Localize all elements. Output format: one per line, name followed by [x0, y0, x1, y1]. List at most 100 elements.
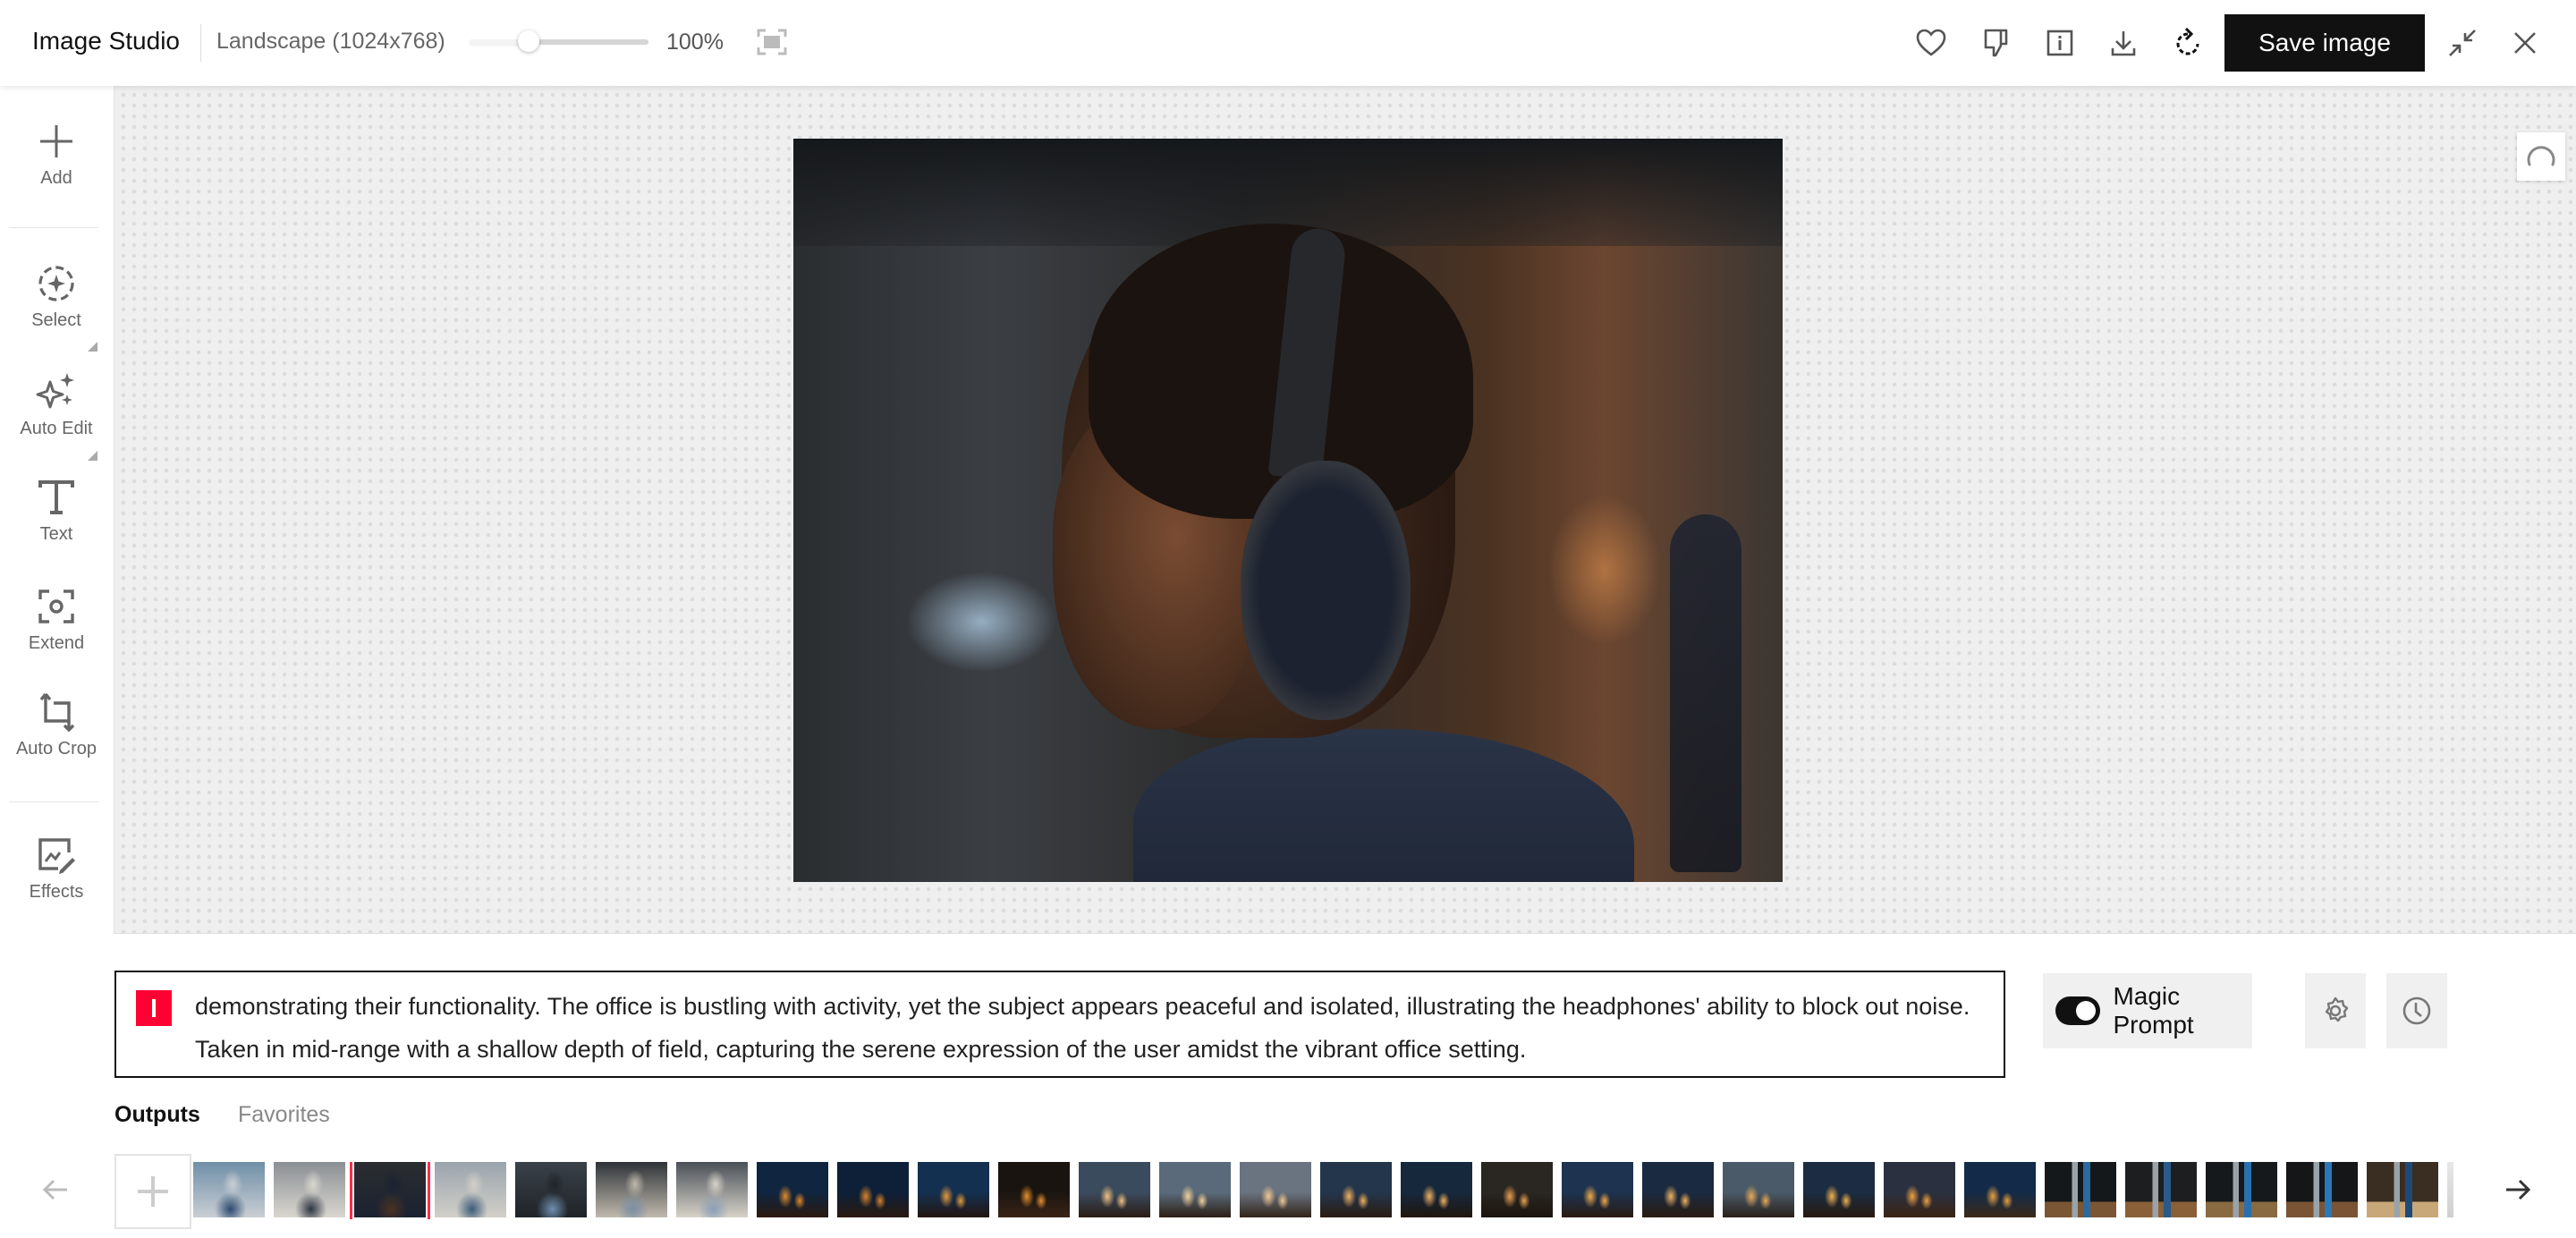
output-thumbnail[interactable]	[1884, 1162, 1955, 1217]
output-thumbnail[interactable]	[274, 1162, 345, 1217]
image-shirt-region	[1133, 729, 1634, 882]
canvas-size-dropdown[interactable]: Landscape (1024x768)	[216, 29, 445, 55]
collapse-button[interactable]	[2445, 25, 2480, 61]
output-thumbnail[interactable]	[193, 1162, 265, 1217]
history-button[interactable]	[2386, 973, 2447, 1048]
info-icon	[2046, 30, 2073, 56]
settings-button[interactable]	[2305, 973, 2366, 1048]
tool-label: Extend	[28, 633, 85, 653]
crop-icon	[39, 692, 75, 732]
output-thumbnail[interactable]	[676, 1162, 748, 1217]
top-bar: Image Studio Landscape (1024x768) 100% S…	[0, 0, 2576, 86]
output-thumbnail[interactable]	[757, 1162, 828, 1217]
magic-prompt-toggle[interactable]	[2055, 996, 2101, 1025]
tool-label: Select	[31, 310, 81, 330]
output-thumbnail[interactable]	[2286, 1162, 2358, 1217]
output-thumbnail[interactable]	[1240, 1162, 1311, 1217]
strip-next-button[interactable]	[2500, 1172, 2536, 1208]
output-thumbnail[interactable]	[2125, 1162, 2197, 1217]
add-output-button[interactable]	[114, 1154, 191, 1229]
tool-add[interactable]: Add	[0, 120, 113, 189]
tool-auto-crop[interactable]: Auto Crop	[0, 691, 113, 759]
output-thumbnail[interactable]	[1320, 1162, 1392, 1217]
tool-select[interactable]: Select	[0, 262, 113, 331]
regenerate-icon	[2176, 28, 2199, 55]
fit-to-screen-icon[interactable]	[757, 29, 787, 55]
output-thumbnail[interactable]	[1562, 1162, 1633, 1217]
image-background-person	[1670, 514, 1741, 872]
gear-icon	[2325, 996, 2349, 1022]
tool-effects[interactable]: Effects	[0, 834, 113, 903]
output-thumbnail[interactable]	[596, 1162, 667, 1217]
tool-label: Add	[40, 168, 72, 188]
output-thumbnail-strip	[193, 1162, 2453, 1219]
output-thumbnail[interactable]	[1159, 1162, 1231, 1217]
effects-icon	[38, 838, 75, 874]
heart-icon	[1916, 29, 1946, 56]
prompt-indicator-badge	[136, 990, 172, 1026]
magic-prompt-toggle-button[interactable]: Magic Prompt	[2043, 973, 2252, 1048]
tool-label: Effects	[29, 882, 84, 902]
tool-auto-edit[interactable]: Auto Edit	[0, 370, 113, 439]
output-thumbnail[interactable]	[1723, 1162, 1794, 1217]
strip-prev-button[interactable]	[38, 1172, 73, 1208]
tab-outputs[interactable]: Outputs	[114, 1102, 200, 1128]
output-thumbnail[interactable]	[435, 1162, 506, 1217]
tool-label: Text	[39, 524, 73, 544]
output-thumbnail[interactable]	[2206, 1162, 2277, 1217]
output-thumbnail[interactable]	[1964, 1162, 2036, 1217]
prompt-text[interactable]: demonstrating their functionality. The o…	[195, 985, 1984, 1071]
loading-button[interactable]	[2517, 132, 2565, 181]
select-sparkle-icon	[38, 266, 74, 301]
output-thumbnail[interactable]	[1401, 1162, 1472, 1217]
select-submenu-indicator[interactable]	[88, 342, 97, 352]
output-thumbnail[interactable]	[998, 1162, 1070, 1217]
tool-text[interactable]: Text	[0, 476, 113, 545]
magic-prompt-label: Magic Prompt	[2113, 982, 2194, 1039]
save-image-button[interactable]: Save image	[2224, 14, 2425, 72]
output-thumbnail[interactable]	[515, 1162, 587, 1217]
toolbar-divider	[9, 227, 98, 228]
output-thumbnail[interactable]	[837, 1162, 909, 1217]
dislike-button[interactable]	[1979, 25, 2014, 61]
zoom-slider[interactable]	[470, 30, 648, 52]
left-toolbar: Add Select Auto Edit Text Extend Auto Cr…	[0, 86, 114, 934]
tool-label: Auto Crop	[15, 739, 97, 759]
clock-icon	[2402, 996, 2431, 1025]
tool-extend[interactable]: Extend	[0, 585, 113, 654]
download-icon	[2111, 31, 2136, 56]
close-button[interactable]	[2507, 25, 2543, 61]
info-button[interactable]	[2042, 25, 2078, 61]
sparkles-icon	[36, 373, 74, 409]
header-divider	[200, 24, 201, 62]
output-thumbnail[interactable]	[2367, 1162, 2438, 1217]
output-thumbnail[interactable]	[918, 1162, 989, 1217]
zoom-slider-thumb[interactable]	[518, 30, 539, 52]
output-thumbnail[interactable]	[1079, 1162, 1150, 1217]
thumbs-down-icon	[1984, 29, 2008, 57]
output-thumbnail[interactable]	[1481, 1162, 1553, 1217]
tab-favorites[interactable]: Favorites	[238, 1102, 330, 1128]
output-thumbnail[interactable]	[350, 1162, 430, 1219]
generated-image[interactable]	[793, 139, 1783, 882]
extend-icon	[38, 589, 74, 623]
plus-icon	[40, 125, 72, 157]
plus-icon	[138, 1176, 168, 1207]
toggle-knob	[2076, 1001, 2097, 1021]
output-thumbnail[interactable]	[1803, 1162, 1875, 1217]
close-icon	[2514, 32, 2536, 54]
arrow-left-icon	[42, 1179, 67, 1200]
favorite-button[interactable]	[1913, 25, 1949, 61]
editor-canvas[interactable]	[114, 86, 2576, 934]
toolbar-divider	[9, 801, 98, 802]
prompt-input[interactable]: demonstrating their functionality. The o…	[114, 971, 2005, 1078]
regenerate-button[interactable]	[2170, 25, 2206, 61]
output-thumbnail[interactable]	[2045, 1162, 2116, 1217]
output-thumbnail[interactable]	[2447, 1162, 2453, 1217]
image-headphone-earcup	[1241, 461, 1411, 720]
download-button[interactable]	[2106, 25, 2141, 61]
output-thumbnail[interactable]	[1642, 1162, 1714, 1217]
zoom-percent: 100%	[666, 30, 724, 55]
auto-edit-submenu-indicator[interactable]	[88, 451, 97, 461]
tool-label: Auto Edit	[20, 419, 93, 438]
